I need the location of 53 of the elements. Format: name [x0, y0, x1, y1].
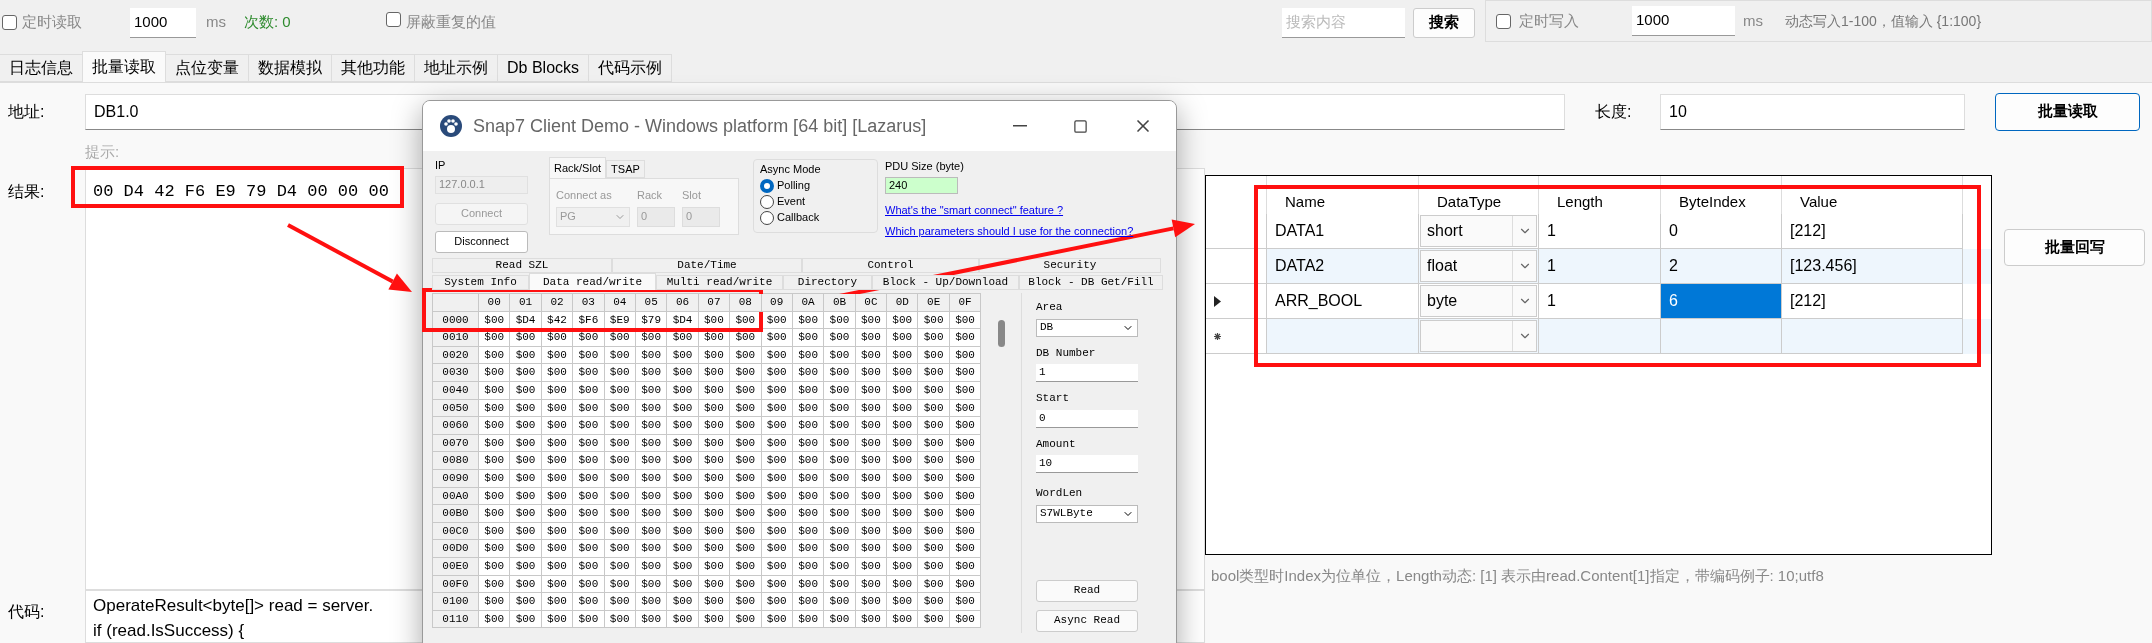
field-label: 结果:: [7, 182, 46, 202]
hex-column-header: 07: [698, 294, 731, 312]
field-label: Amount: [1036, 436, 1077, 452]
hex-column-header: 0A: [792, 294, 825, 312]
radio-label: Callback: [777, 210, 820, 226]
field-label: 长度:: [1595, 101, 1633, 122]
field-label: Rack: [637, 188, 664, 203]
hex-row-header: 0060: [433, 417, 479, 435]
hex-column-header: 05: [635, 294, 668, 312]
radio-label: Polling: [777, 178, 811, 194]
hex-column-header: 02: [541, 294, 574, 312]
checkbox-label: 定时写入: [1519, 10, 1579, 31]
field-label: Connect as: [556, 188, 613, 203]
hex-column-header: 00: [479, 294, 511, 312]
count-label: 次数: 0: [244, 12, 291, 33]
field-label: 代码:: [7, 602, 46, 622]
field-label: Slot: [682, 188, 702, 203]
checkbox-label: 定时读取: [22, 12, 82, 33]
unit-label: ms: [1743, 10, 1763, 31]
checkbox-label: 屏蔽重复的值: [405, 12, 496, 33]
hex-column-header: 09: [761, 294, 793, 312]
hex-column-header: 06: [667, 294, 699, 312]
unit-label: ms: [206, 12, 226, 33]
hex-row-header: 0030: [433, 364, 479, 382]
radio-label: Event: [777, 194, 806, 210]
field-label: DB Number: [1036, 345, 1097, 361]
hex-row-header: 0100: [433, 593, 479, 611]
field-label: 地址:: [7, 101, 46, 122]
result-text: 00 D4 42 F6 E9 79 D4 00 00 00: [93, 182, 389, 201]
hex-column-header: 0F: [949, 294, 982, 312]
tip-label: 提示:: [85, 142, 120, 163]
hex-column-header: 04: [604, 294, 636, 312]
hex-row-header: 0080: [433, 452, 479, 470]
hex-column-header: 0E: [918, 294, 950, 312]
grid-hint: bool类型时Index为位单位，Length动态: [1] 表示由read.Content[1]指定，带编码例子: 10;utf8: [1210, 566, 1825, 586]
hex-column-header: 03: [573, 294, 605, 312]
hex-column-header: 01: [510, 294, 542, 312]
field-label: Area: [1036, 300, 1064, 315]
code-line: OperateResult<byte[]> read = server.: [93, 595, 374, 617]
field-label: Start: [1036, 391, 1070, 406]
group-title: Async Mode: [760, 162, 822, 177]
hex-column-header: 0B: [824, 294, 856, 312]
hex-column-header: 0C: [855, 294, 888, 312]
hex-column-header: 08: [730, 294, 762, 312]
hex-row-header: 00B0: [433, 505, 479, 523]
write-hint: 动态写入1-100，值输入 {1:100}: [1785, 11, 1982, 31]
ip-label: IP: [435, 158, 447, 173]
pdu-size-label: PDU Size (byte): [885, 159, 965, 174]
field-label: WordLen: [1036, 486, 1084, 501]
code-line: if (read.IsSuccess) {: [93, 620, 245, 642]
hex-row-header: 00D0: [433, 540, 479, 558]
hex-column-header: 0D: [887, 294, 919, 312]
window-title: Snap7 Client Demo - Windows platform [64 bit] [Lazarus]: [473, 114, 927, 138]
